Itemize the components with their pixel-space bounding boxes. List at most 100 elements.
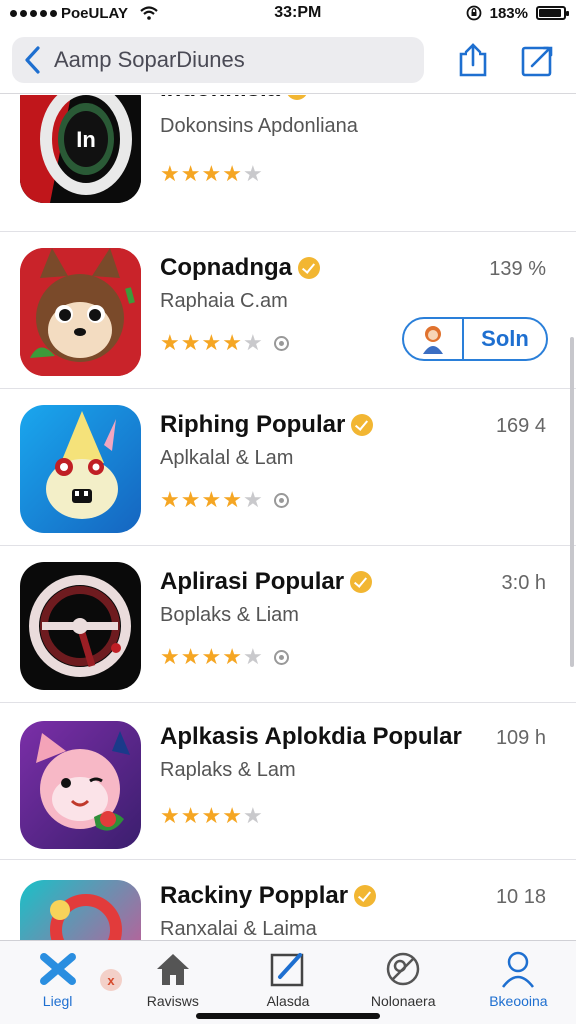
- star-icon: ★: [180, 161, 201, 186]
- app-meta: 10 18: [495, 886, 546, 908]
- app-name: Aplirasi Popular: [160, 568, 373, 596]
- star-icon: ★: [222, 644, 242, 669]
- app-subtitle: Ranxalai & Laima: [160, 918, 317, 940]
- star-icon: ★: [201, 161, 222, 186]
- app-meta: 109 h: [495, 727, 546, 749]
- person-icon: [502, 951, 535, 988]
- app-subtitle: Boplaks & Liam: [160, 604, 299, 626]
- battery-percent: 183%: [489, 4, 528, 22]
- app-subtitle: Dokonsins Apdonliana: [160, 115, 358, 137]
- app-list[interactable]: In Indonnisia Dokonsins Apdonliana ★★★★★: [0, 95, 576, 940]
- chevron-left-icon[interactable]: [22, 45, 44, 75]
- star-icon: ★: [222, 487, 242, 512]
- wifi-icon: [140, 6, 158, 20]
- list-item[interactable]: Copnadnga Raphaia C.am ★ ★ ★ ★ ★ 139 % Soln: [0, 232, 576, 389]
- app-name: Indonnisia: [160, 95, 308, 103]
- signal-icon: [10, 9, 57, 17]
- tab-profile[interactable]: Bkeooina: [461, 941, 576, 1024]
- info-icon[interactable]: [273, 649, 289, 665]
- status-bar: PoeULAY 33:PM 183%: [0, 0, 576, 26]
- tab-home[interactable]: Ravisws: [115, 941, 230, 1024]
- battery-icon: [536, 6, 569, 20]
- star-icon: ★: [180, 644, 201, 669]
- search-text: Aamp SoparDiunes: [54, 46, 245, 72]
- tab-label: Alasda: [266, 993, 310, 1009]
- rating-stars: ★ ★ ★ ★ ★: [160, 805, 263, 827]
- nav-actions: [456, 42, 564, 78]
- verified-badge-icon: [351, 414, 374, 436]
- list-item[interactable]: In Indonnisia Dokonsins Apdonliana ★★★★★: [0, 95, 576, 232]
- tab-edit[interactable]: Alasda: [230, 941, 345, 1024]
- app-name-text: Riphing Popular: [160, 411, 346, 438]
- star-icon: ★: [180, 803, 201, 828]
- edit-icon: [270, 953, 304, 987]
- rating-stars: ★ ★ ★ ★ ★: [160, 332, 289, 354]
- verified-badge-icon: [286, 95, 308, 100]
- app-name-text: Rackiny Popplar: [160, 882, 349, 909]
- app-subtitle: Raplaks & Lam: [160, 759, 296, 781]
- status-left: PoeULAY: [10, 5, 210, 22]
- info-icon[interactable]: [273, 492, 289, 508]
- verified-badge-icon: [350, 571, 373, 593]
- orientation-lock-icon: [466, 5, 482, 21]
- rating-stars: ★ ★ ★ ★ ★: [160, 163, 263, 185]
- scrollbar[interactable]: [570, 337, 574, 667]
- star-icon: ★: [201, 803, 222, 828]
- circle-badge-icon: In: [20, 95, 141, 203]
- share-icon[interactable]: [456, 42, 490, 78]
- star-icon: ★: [242, 803, 263, 828]
- app-name: Rackiny Popplar: [160, 882, 377, 910]
- star-icon: ★: [222, 161, 242, 186]
- star-icon: ★: [180, 487, 201, 512]
- star-icon: ★: [201, 487, 222, 512]
- list-item[interactable]: Riphing Popular Aplkalal & Lam ★ ★ ★ ★ ★ 169…: [0, 389, 576, 546]
- search-icon: [386, 952, 420, 986]
- tab-label: Liegl: [42, 993, 73, 1009]
- star-icon: ★: [242, 161, 263, 186]
- app-name: Riphing Popular: [160, 411, 374, 439]
- app-name: Copnadnga: [160, 254, 320, 282]
- tab-label: Ravisws: [146, 993, 199, 1009]
- app-name-text: Aplirasi Popular: [160, 568, 345, 595]
- carrier-name: PoeULAY: [61, 4, 128, 22]
- list-item[interactable]: Rackiny Popplar Ranxalai & Laima 10 18: [0, 860, 576, 940]
- verified-badge-icon: [298, 257, 320, 279]
- info-icon[interactable]: [273, 335, 289, 351]
- home-indicator[interactable]: [196, 1013, 380, 1019]
- verified-badge-icon: [354, 885, 377, 907]
- star-icon: ★: [160, 161, 180, 186]
- app-name-text: Indonnisia: [160, 95, 280, 103]
- rating-stars: ★ ★ ★ ★ ★: [160, 489, 289, 511]
- app-name: Aplkasis Aplokdia Popular: [160, 723, 462, 751]
- search-field[interactable]: Aamp SoparDiunes: [12, 36, 424, 83]
- steering-wheel-icon: [20, 562, 141, 690]
- app-subtitle: Raphaia C.am: [160, 290, 288, 312]
- pig-character-icon: [20, 721, 141, 849]
- rating-stars: ★ ★ ★ ★ ★: [160, 646, 289, 668]
- app-name-text: Copnadnga: [160, 254, 292, 281]
- compose-icon[interactable]: [520, 42, 554, 78]
- nav-bar: Aamp SoparDiunes: [0, 26, 576, 94]
- star-icon: ★: [160, 803, 180, 828]
- tab-label: Nolonaera: [370, 993, 436, 1009]
- star-icon: ★: [242, 487, 263, 512]
- star-icon: ★: [242, 644, 263, 669]
- star-icon: ★: [222, 330, 242, 355]
- status-right: 183%: [466, 4, 569, 22]
- app-meta: 169 4: [495, 415, 546, 437]
- app-subtitle: Aplkalal & Lam: [160, 447, 294, 469]
- colorful-app-icon: [20, 880, 141, 940]
- fox-character-icon: [20, 248, 141, 376]
- status-time: 33:PM: [274, 4, 322, 21]
- tab-featured[interactable]: x Liegl: [0, 941, 122, 1024]
- star-icon: ★: [160, 644, 180, 669]
- tab-search[interactable]: Nolonaera: [346, 941, 461, 1024]
- get-button[interactable]: Soln: [402, 317, 548, 361]
- home-icon: [156, 954, 189, 985]
- featured-icon: [39, 953, 76, 985]
- star-icon: ★: [201, 330, 222, 355]
- list-item[interactable]: Aplirasi Popular Boplaks & Liam ★ ★ ★ ★ ★ 3:…: [0, 546, 576, 703]
- list-item[interactable]: Aplkasis Aplokdia Popular Raplaks & Lam …: [0, 703, 576, 860]
- party-creature-icon: [20, 405, 141, 533]
- star-icon: ★: [160, 487, 180, 512]
